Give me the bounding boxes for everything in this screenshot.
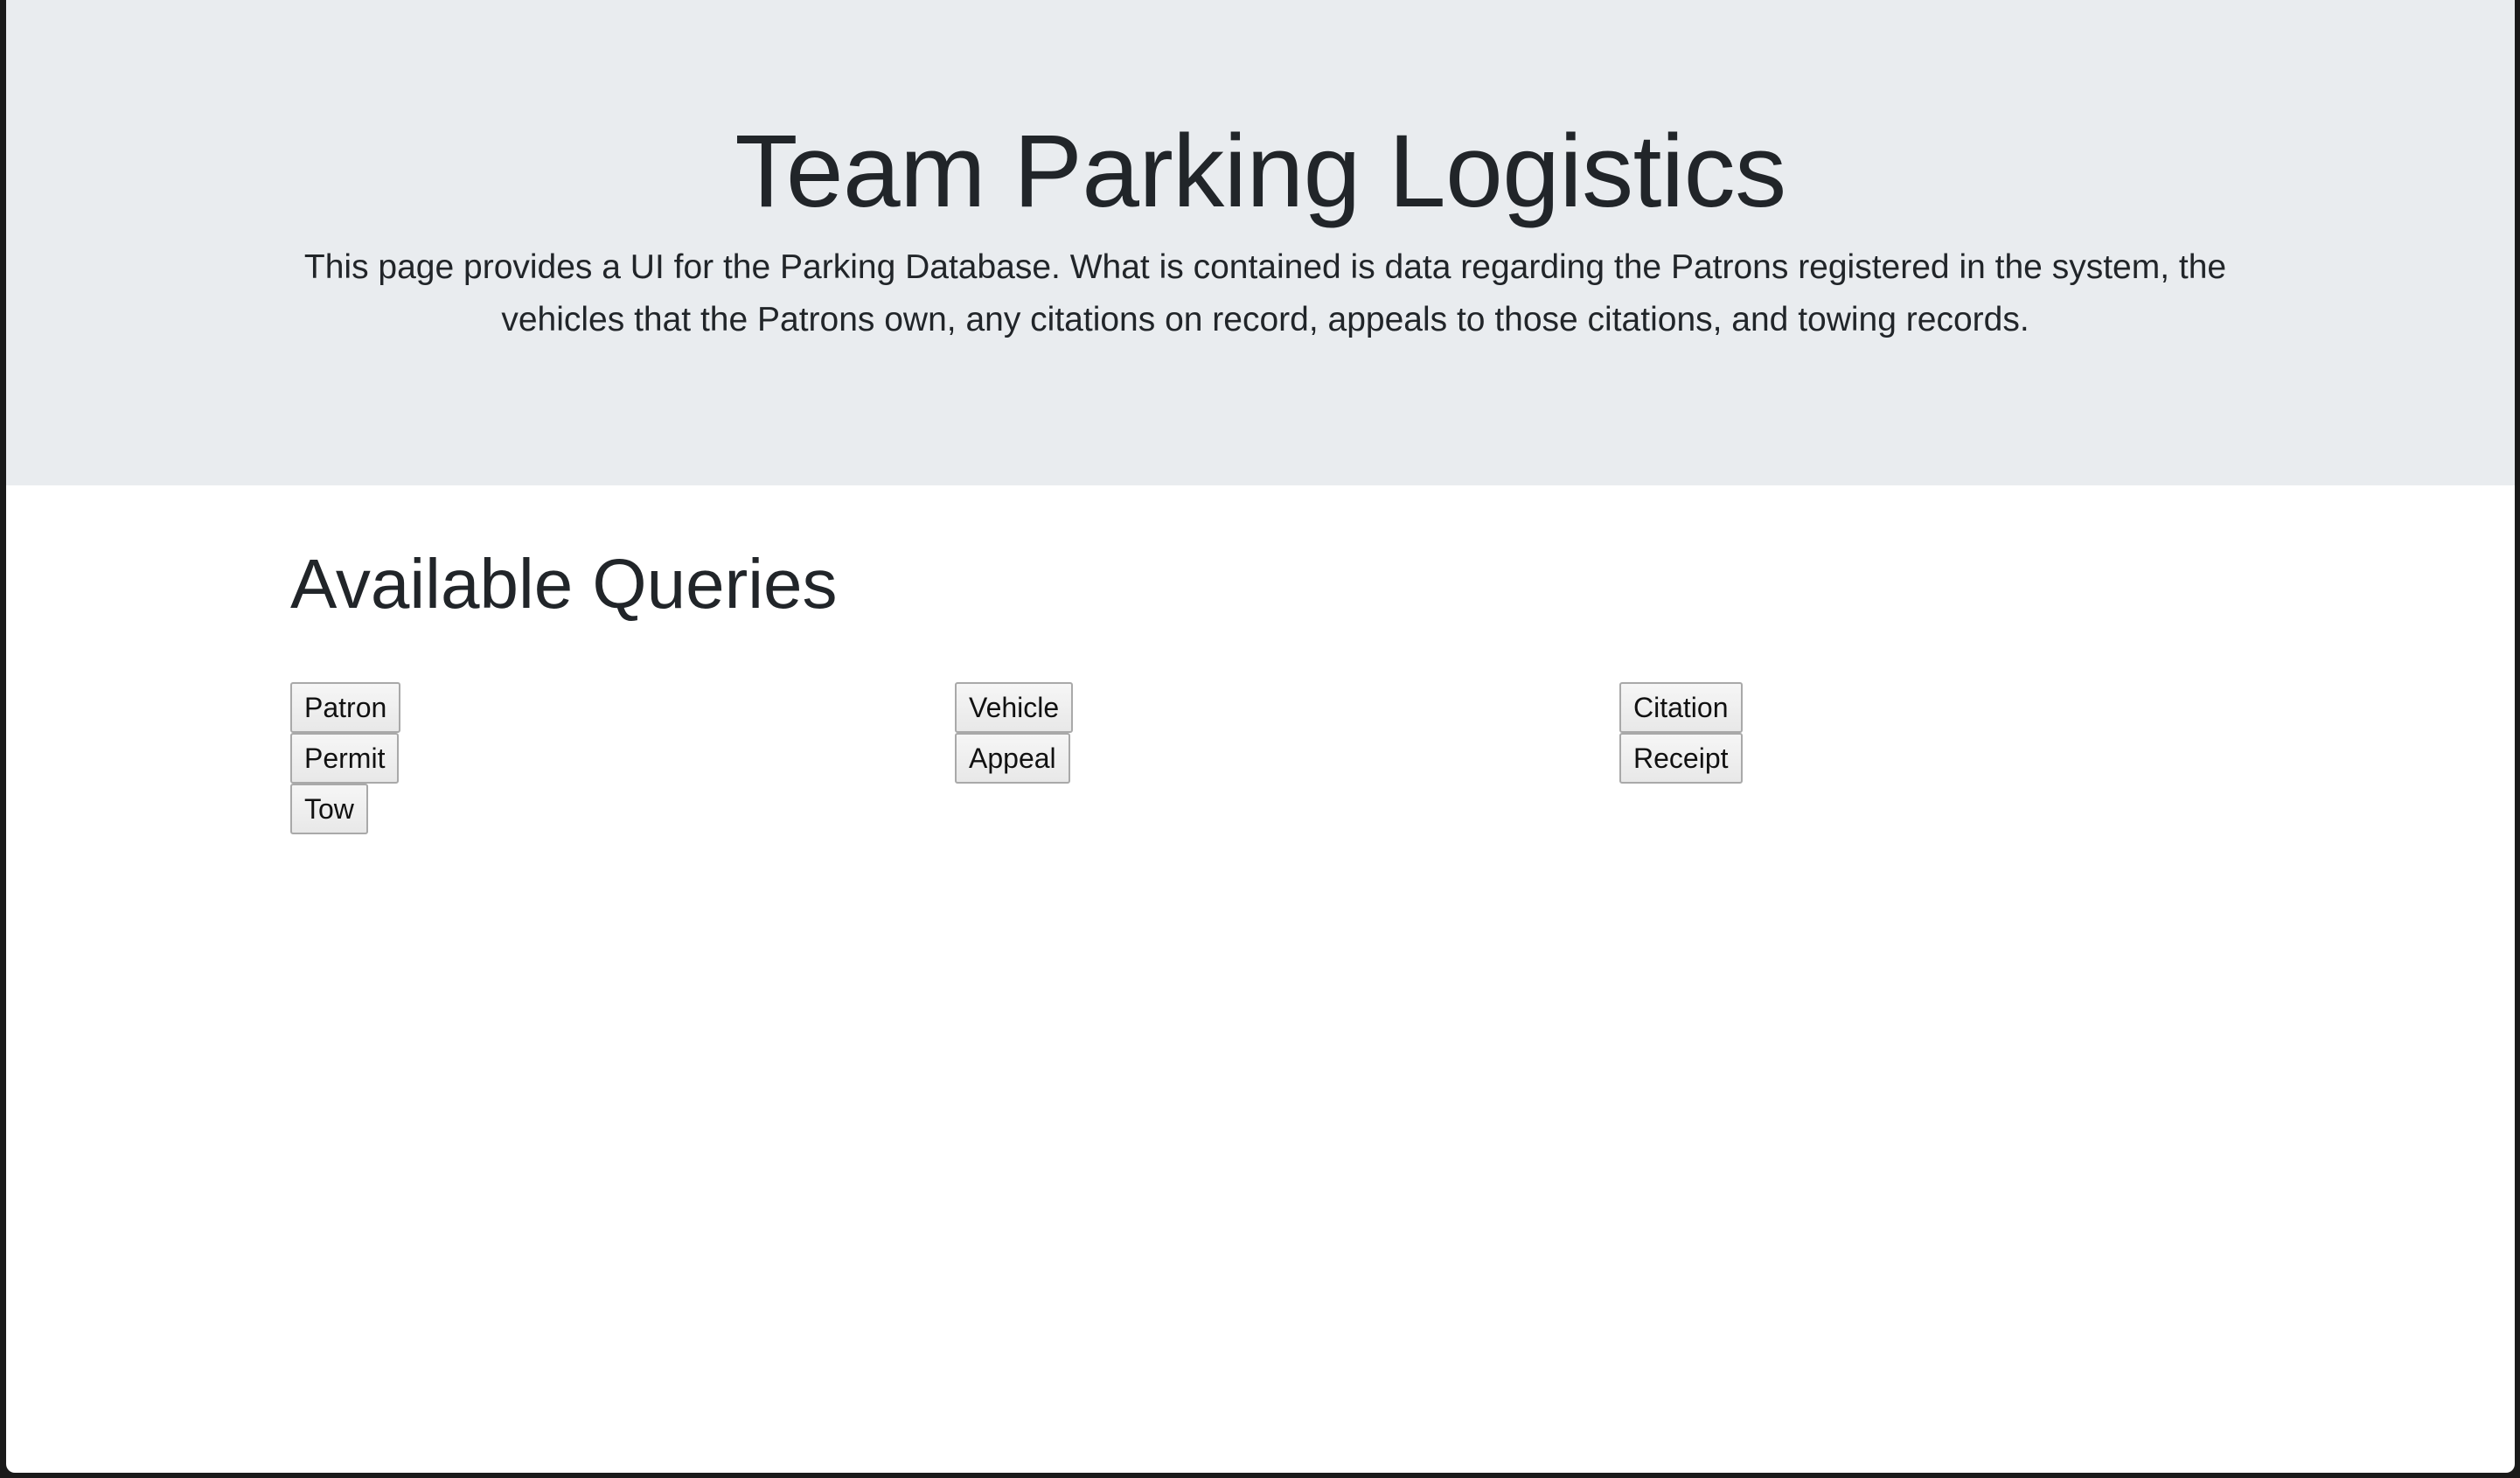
query-column-1: Patron Permit Tow (290, 682, 401, 834)
patron-button[interactable]: Patron (290, 682, 401, 733)
citation-button[interactable]: Citation (1619, 682, 1743, 733)
page-description: This page provides a UI for the Parking … (303, 248, 2227, 338)
query-column-2: Vehicle Appeal (955, 682, 1074, 784)
permit-button[interactable]: Permit (290, 733, 400, 784)
browser-viewport: Team Parking Logistics This page provide… (6, 0, 2515, 1473)
available-queries-heading: Available Queries (290, 545, 838, 623)
page-title: Team Parking Logistics (734, 114, 1786, 229)
query-column-3: Citation Receipt (1619, 682, 1743, 784)
tow-button[interactable]: Tow (290, 784, 368, 834)
jumbotron-header: Team Parking Logistics This page provide… (6, 0, 2515, 485)
appeal-button[interactable]: Appeal (955, 733, 1070, 784)
vehicle-button[interactable]: Vehicle (955, 682, 1074, 733)
receipt-button[interactable]: Receipt (1619, 733, 1743, 784)
